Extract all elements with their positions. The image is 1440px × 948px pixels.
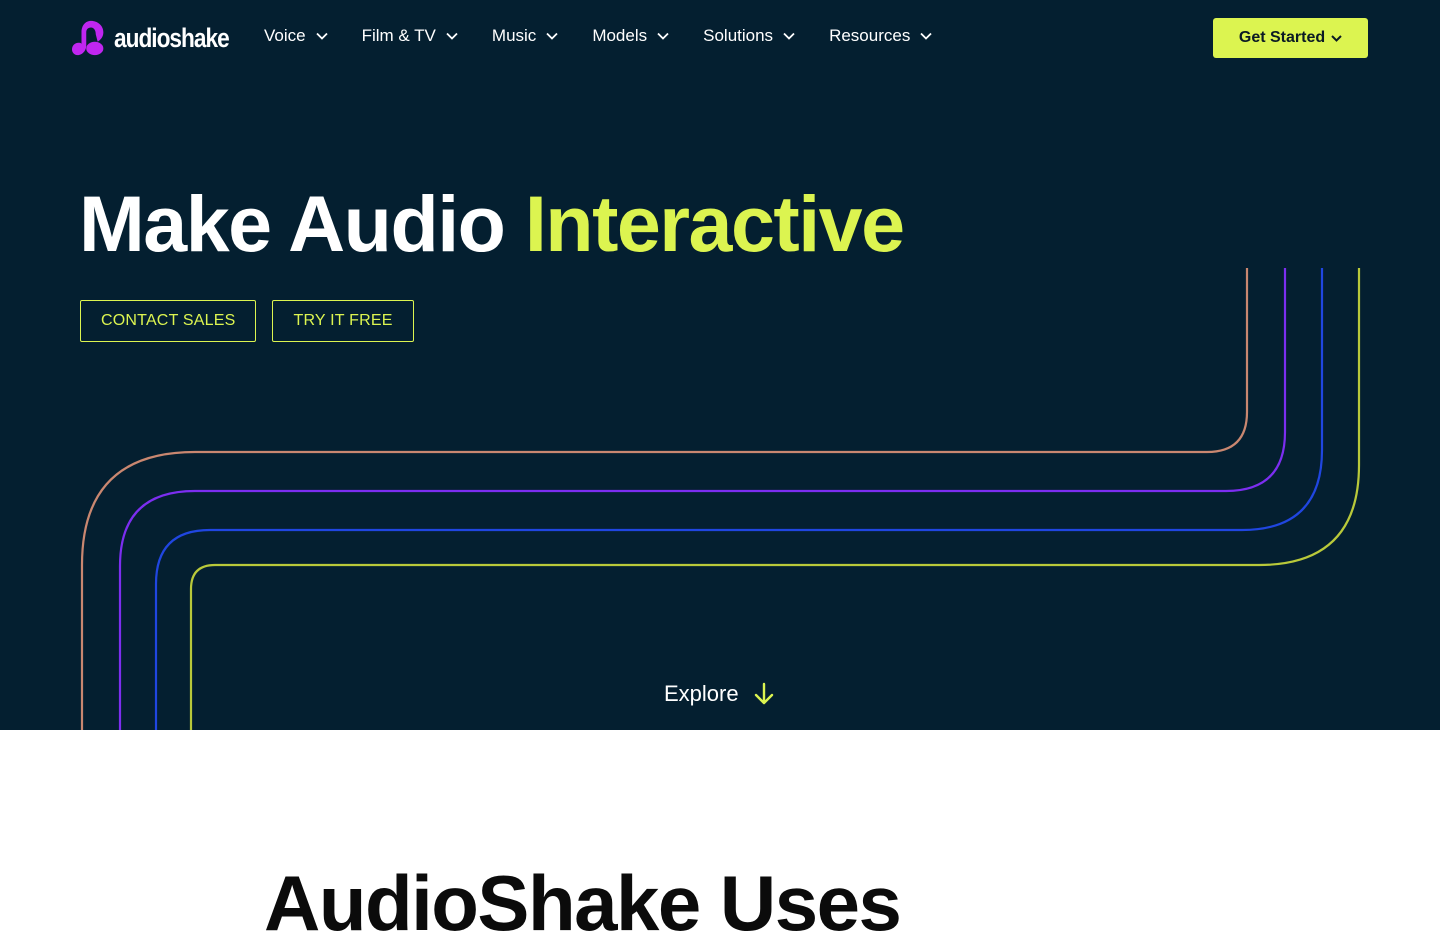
nav-item-label: Models [592,26,648,45]
get-started-label: Get Started [1238,29,1326,46]
nav-item-film-tv[interactable]: Film & TV [362,26,458,46]
nav-item-voice[interactable]: Voice [264,26,328,46]
hero-title-part1: Make Audio [79,179,506,268]
top-nav: audioshake Voice Film & TV Music Models … [0,0,1440,76]
nav-item-models[interactable]: Models [592,26,669,46]
hero-title: Make Audio Interactive [79,176,905,272]
nav-item-label: Resources [829,26,911,45]
chevron-down-icon [1331,34,1342,42]
contact-sales-button[interactable]: CONTACT SALES [80,300,257,342]
try-it-free-button[interactable]: TRY IT FREE [272,300,414,342]
logo-mark-icon [72,20,104,56]
chevron-down-icon [446,32,458,40]
chevron-down-icon [783,32,795,40]
hero-title-highlight: Interactive [524,179,905,268]
hero-section: audioshake Voice Film & TV Music Models … [0,0,1440,730]
nav-item-resources[interactable]: Resources [829,26,932,46]
arrow-down-icon [754,682,773,705]
chevron-down-icon [546,32,558,40]
nav-item-solutions[interactable]: Solutions [703,26,795,46]
main-menu: Voice Film & TV Music Models Solutions R… [264,24,966,48]
logo[interactable]: audioshake [72,18,251,58]
nav-item-label: Film & TV [361,26,436,45]
nav-item-label: Solutions [703,26,774,45]
chevron-down-icon [315,32,328,40]
get-started-button[interactable]: Get Started [1213,18,1368,58]
logo-wordmark: audioshake [114,22,230,53]
uses-section-title: AudioShake Uses [264,859,902,947]
nav-item-label: Music [491,26,537,45]
decorative-lines [80,268,1361,730]
nav-item-label: Voice [264,26,306,45]
explore-label: Explore [664,681,739,706]
chevron-down-icon [920,32,932,40]
chevron-down-icon [657,32,669,40]
nav-item-music[interactable]: Music [492,26,558,46]
hero-cta-row: CONTACT SALES TRY IT FREE [80,300,430,342]
explore-link[interactable]: Explore [664,678,775,710]
